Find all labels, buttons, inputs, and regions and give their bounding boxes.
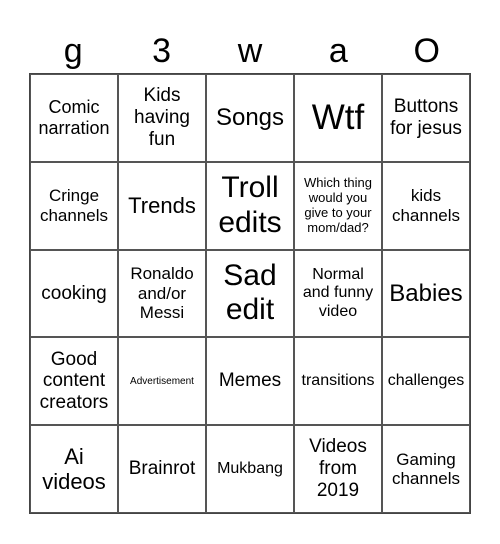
header-letter-4: a [328, 32, 348, 70]
cell-text: Cringe channels [39, 186, 109, 225]
bingo-cell[interactable]: Videos from 2019 [294, 425, 382, 513]
cell-text: Ronaldo and/or Messi [130, 264, 194, 323]
header-letter-1: g [63, 32, 83, 70]
cell-text: cooking [41, 282, 107, 304]
cell-text: Videos from 2019 [309, 436, 367, 502]
bingo-cell[interactable]: challenges [382, 337, 470, 426]
bingo-cell[interactable]: Which thing would you give to your mom/d… [294, 161, 382, 250]
cell-text: Memes [218, 370, 282, 392]
cell-text: Songs [215, 104, 285, 132]
bingo-cell[interactable]: Normal and funny video [294, 249, 382, 338]
cell-text: Which thing would you give to your mom/d… [304, 174, 372, 235]
bingo-cell[interactable]: Gaming channels [382, 425, 470, 513]
cell-text: Troll edits [218, 171, 282, 239]
bingo-header: g 3 w a O [29, 30, 471, 72]
bingo-cell[interactable]: Comic narration [30, 74, 118, 162]
cell-text: Kids having fun [134, 85, 190, 150]
cell-text: Good content creators [39, 348, 109, 414]
bingo-cell[interactable]: kids channels [382, 161, 470, 250]
bingo-cell[interactable]: Brainrot [118, 425, 206, 513]
cell-text: Wtf [311, 97, 365, 137]
bingo-cell[interactable]: Advertisement [118, 337, 206, 426]
cell-text: Brainrot [128, 458, 196, 480]
bingo-cell[interactable]: Memes [206, 337, 294, 426]
cell-text: kids channels [391, 186, 461, 225]
bingo-cell[interactable]: Ai videos [30, 425, 118, 513]
cell-text: Mukbang [217, 459, 283, 477]
cell-text: Ai videos [42, 443, 106, 495]
header-letter-2: 3 [152, 32, 172, 70]
cell-text: Normal and funny video [302, 265, 374, 320]
bingo-cell[interactable]: Buttons for jesus [382, 74, 470, 162]
header-letter-3: w [237, 32, 263, 70]
cell-text: challenges [387, 372, 465, 390]
cell-text: Gaming channels [391, 449, 461, 489]
bingo-cell[interactable]: Trends [118, 161, 206, 250]
bingo-cell[interactable]: Good content creators [30, 337, 118, 426]
bingo-cell[interactable]: Cringe channels [30, 161, 118, 250]
bingo-cell[interactable]: cooking [30, 249, 118, 338]
cell-text: Trends [128, 193, 196, 219]
bingo-cell[interactable]: Songs [206, 74, 294, 162]
header-letter-5: O [413, 32, 440, 70]
bingo-cell[interactable]: Kids having fun [118, 74, 206, 162]
bingo-cell[interactable]: Mukbang [206, 425, 294, 513]
cell-text: Comic narration [38, 97, 110, 138]
bingo-grid: Comic narration Kids having fun Songs Wt… [29, 73, 471, 514]
bingo-cell[interactable]: Sad edit [206, 249, 294, 338]
bingo-cell[interactable]: Wtf [294, 74, 382, 162]
bingo-cell[interactable]: Babies [382, 249, 470, 338]
cell-text: Babies [389, 279, 463, 307]
bingo-cell[interactable]: transitions [294, 337, 382, 426]
bingo-cell[interactable]: Ronaldo and/or Messi [118, 249, 206, 338]
cell-text: transitions [301, 372, 375, 390]
bingo-cell[interactable]: Troll edits [206, 161, 294, 250]
cell-text: Sad edit [223, 258, 277, 327]
cell-text: Advertisement [130, 375, 194, 387]
cell-text: Buttons for jesus [390, 96, 462, 139]
